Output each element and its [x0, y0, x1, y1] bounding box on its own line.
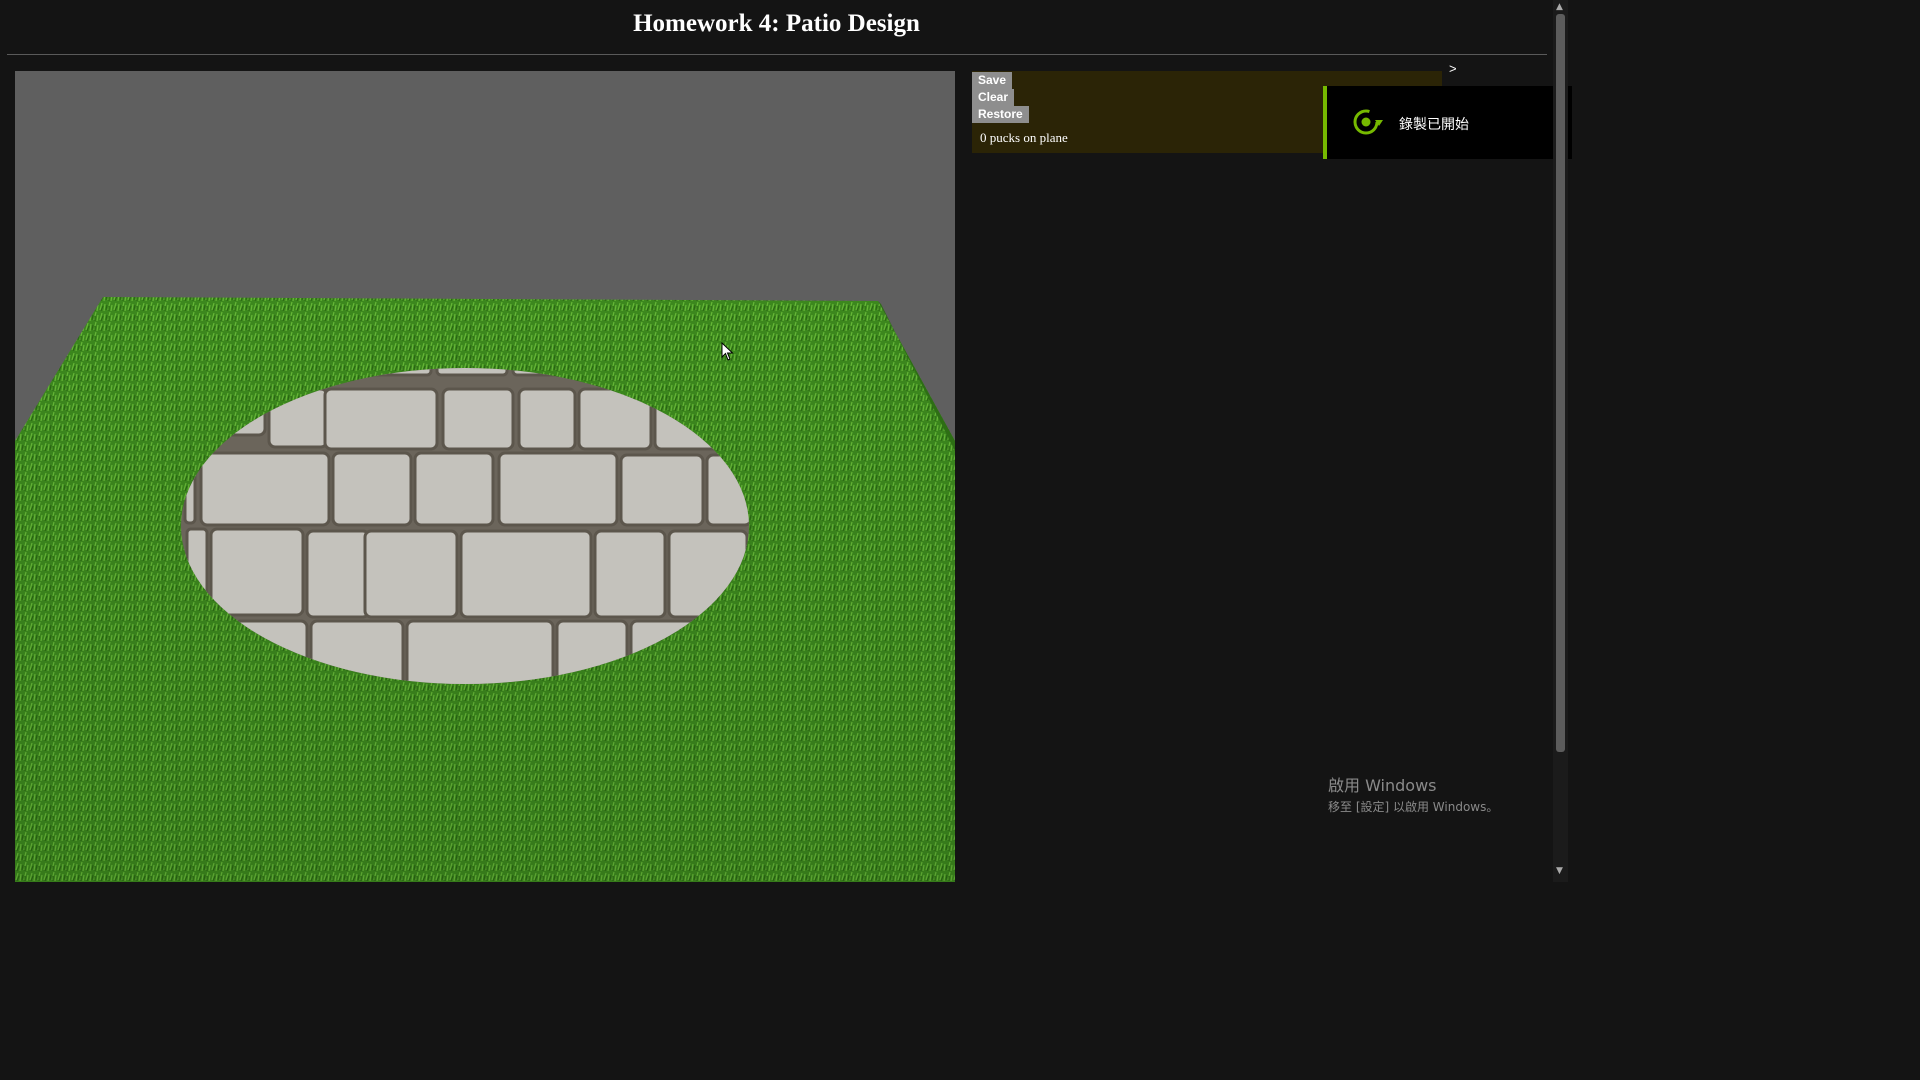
recording-notification: 錄製已開始	[1323, 86, 1572, 159]
save-button[interactable]: Save	[972, 72, 1013, 89]
restore-button[interactable]: Restore	[972, 106, 1029, 123]
scene-render	[15, 297, 955, 882]
scroll-up-arrow-icon[interactable]: ▲	[1556, 2, 1563, 12]
scroll-down-arrow-icon[interactable]: ▼	[1556, 866, 1563, 876]
watermark-subtitle: 移至 [設定] 以啟用 Windows。	[1328, 800, 1499, 814]
windows-activation-watermark: 啟用 Windows 移至 [設定] 以啟用 Windows。	[1328, 772, 1498, 815]
panel-toggle-arrow[interactable]: >	[1449, 61, 1457, 76]
3d-viewport[interactable]	[15, 71, 955, 882]
record-started-icon	[1353, 109, 1383, 135]
watermark-title: 啟用 Windows	[1328, 776, 1437, 795]
vertical-scrollbar[interactable]: ▲ ▼	[1553, 0, 1568, 882]
clear-button[interactable]: Clear	[972, 89, 1015, 106]
scrollbar-thumb[interactable]	[1556, 14, 1565, 752]
title-divider	[7, 54, 1547, 55]
notification-text: 錄製已開始	[1399, 117, 1469, 133]
page-title: Homework 4: Patio Design	[633, 10, 920, 37]
mouse-cursor-icon	[721, 342, 734, 361]
puck-count-status: 0 pucks on plane	[980, 130, 1068, 145]
